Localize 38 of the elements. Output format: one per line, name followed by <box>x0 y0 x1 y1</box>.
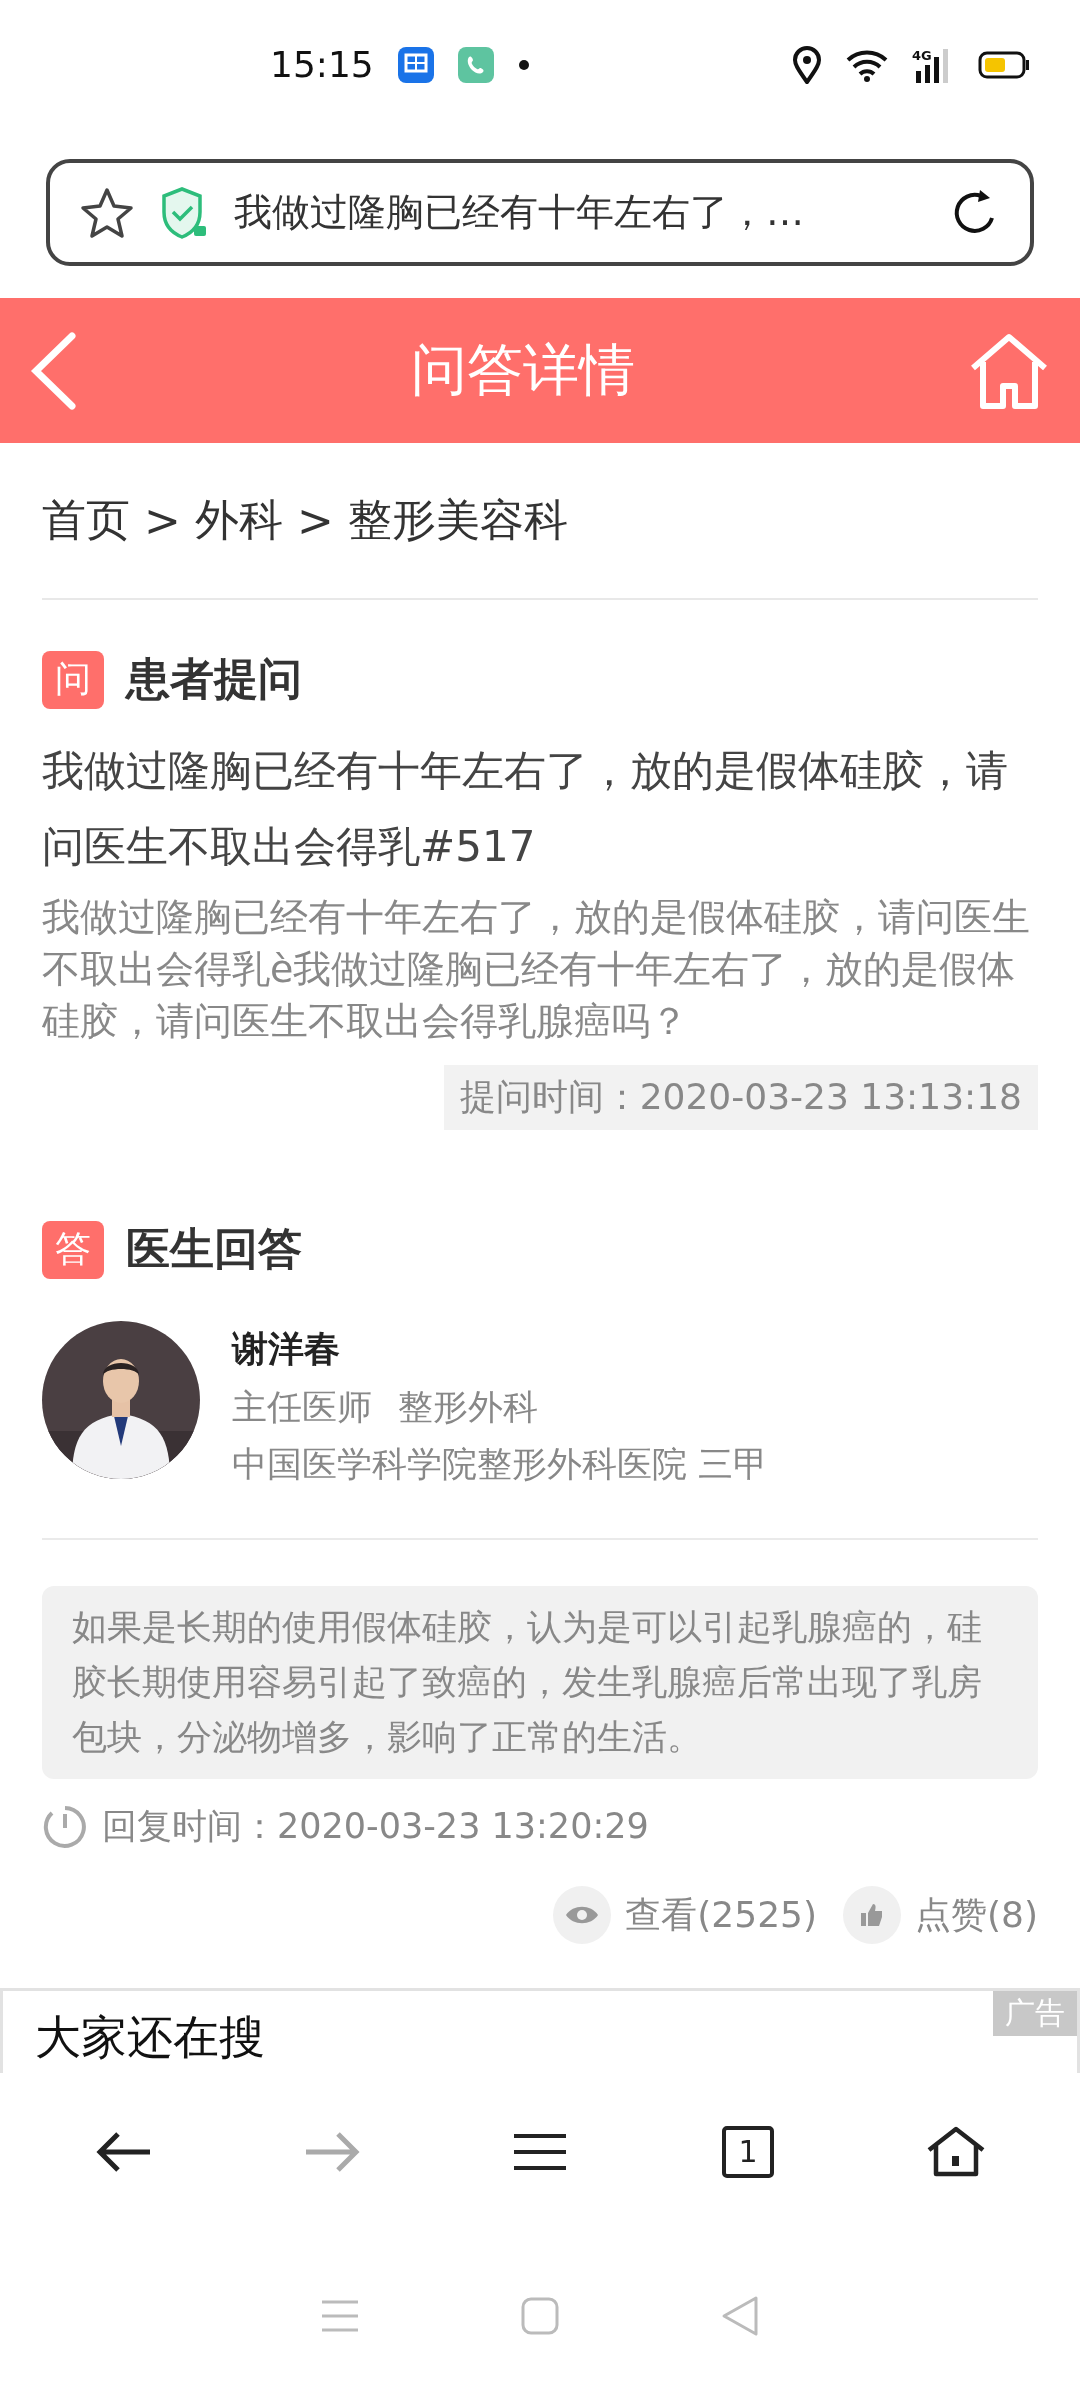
page-title: 问答详情 <box>411 335 635 404</box>
answer-content: 如果是长期的使用假体硅胶，认为是可以引起乳腺癌的，硅胶长期使用容易引起了致癌的，发生乳腺癌后常出现了乳房包块，分泌物增多，影响了正常的生活。 <box>42 1586 1038 1780</box>
question-description: 我做过隆胸已经有十年左右了，放的是假体硅胶，请问医生不取出会得乳è我做过隆胸已经有十年左右了，放的是假体硅胶，请问医生不取出会得乳腺癌吗？ <box>42 894 1031 1046</box>
address-text: 我做过隆胸已经有十年左右了，… <box>234 189 805 237</box>
doctor-department: 整形外科 <box>398 1386 538 1430</box>
tabs-button[interactable]: 1 <box>688 2101 808 2202</box>
like-count[interactable]: 点赞(8) <box>915 1890 1038 1940</box>
left-arrow-icon[interactable] <box>96 2129 152 2174</box>
shield-icon <box>160 185 208 240</box>
reply-time: 回复时间：2020-03-23 13:20:29 <box>102 1805 649 1849</box>
question-time: 提问时间：2020-03-23 13:13:18 <box>443 1065 1038 1131</box>
breadcrumb-separator: > <box>144 495 181 547</box>
phone-notification-icon <box>457 46 494 83</box>
breadcrumb-separator: > <box>296 495 334 547</box>
star-icon[interactable] <box>80 186 134 239</box>
home-icon[interactable] <box>968 331 1050 410</box>
app-notification-icon <box>397 46 434 83</box>
back-icon[interactable] <box>30 331 78 410</box>
ad-heading: 大家还在搜 <box>35 2009 265 2067</box>
question-title: 我做过隆胸已经有十年左右了，放的是假体硅胶，请问医生不取出会得乳#517 <box>42 745 1009 874</box>
breadcrumb-link[interactable]: 整形美容科 <box>347 491 568 551</box>
doctor-name: 谢洋春 <box>232 1327 341 1372</box>
doctor-title: 主任医师 <box>232 1386 372 1430</box>
answer-badge: 答 <box>42 1220 104 1279</box>
house-icon[interactable] <box>926 2125 986 2178</box>
location-icon <box>792 45 822 84</box>
section-heading: 医生回答 <box>126 1222 302 1277</box>
address-bar[interactable]: 我做过隆胸已经有十年左右了，… <box>46 159 1034 267</box>
view-count: 查看(2525) <box>625 1892 817 1937</box>
question-badge: 问 <box>42 650 104 709</box>
section-heading: 患者提问 <box>126 652 302 707</box>
doctor-hospital: 中国医学科学院整形外科医院 三甲 <box>232 1443 769 1487</box>
dot-icon <box>517 58 530 71</box>
breadcrumb-link[interactable]: 外科 <box>194 491 283 551</box>
breadcrumb-link[interactable]: 首页 <box>42 491 130 551</box>
menu-icon[interactable] <box>514 2132 566 2171</box>
status-time: 15:15 <box>270 44 374 85</box>
battery-icon <box>978 50 1030 79</box>
